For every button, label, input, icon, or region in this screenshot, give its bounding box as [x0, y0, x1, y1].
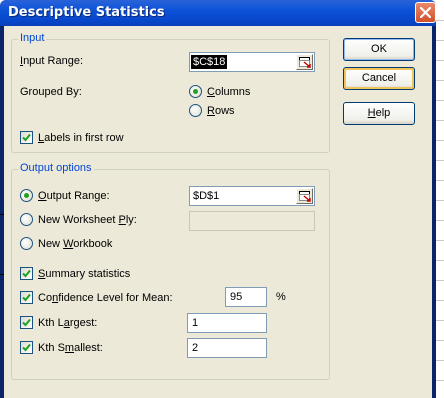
labels-rest: abels in first row [44, 132, 124, 144]
cancel-button[interactable]: Cancel [343, 67, 415, 90]
kth-largest-prefix: Kth L [38, 317, 64, 329]
new-workbook-radio[interactable] [20, 237, 33, 250]
checkmark-icon [22, 318, 31, 327]
grouped-by-columns-label[interactable]: Columns [207, 86, 250, 98]
new-workbook-mnemonic: W [63, 238, 74, 250]
new-workbook-label[interactable]: New Workbook [38, 238, 112, 250]
input-group: Input Input Range: $C$18 Grouped By: Col… [11, 32, 330, 153]
kth-smallest-rest: allest: [74, 342, 103, 354]
close-icon [420, 7, 431, 18]
kth-largest-value: 1 [192, 317, 199, 329]
help-button[interactable]: Help [343, 102, 415, 125]
kth-smallest-label[interactable]: Kth Smallest: [38, 342, 103, 354]
output-options-group-label: Output options [18, 162, 94, 174]
kth-largest-checkbox[interactable] [20, 316, 33, 329]
input-range-field[interactable]: $C$18 [189, 52, 315, 72]
confidence-level-label[interactable]: Confidence Level for Mean: [38, 292, 173, 304]
descriptive-statistics-dialog: Descriptive Statistics Input Input Range… [0, 0, 436, 398]
new-worksheet-mnemonic: P [118, 214, 126, 226]
confidence-level-value: 95 [230, 291, 243, 303]
kth-largest-rest: rgest: [69, 317, 98, 329]
checkmark-icon [22, 269, 31, 278]
new-worksheet-rest: ly: [125, 214, 137, 226]
output-range-mnemonic: O [38, 190, 47, 202]
range-picker-icon [299, 57, 311, 68]
confidence-level-checkbox[interactable] [20, 291, 33, 304]
confidence-prefix: Co [38, 292, 53, 304]
new-worksheet-label[interactable]: New Worksheet Ply: [38, 214, 137, 226]
grouped-by-label: Grouped By: [20, 86, 82, 98]
summary-rest: ummary statistics [45, 268, 131, 280]
input-group-label: Input [18, 32, 47, 44]
output-range-radio[interactable] [20, 189, 33, 202]
output-range-value: $D$1 [193, 190, 220, 202]
sheet-border-mark [0, 274, 4, 275]
radio-selected-dot [193, 89, 198, 94]
output-range-field[interactable]: $D$1 [189, 186, 315, 206]
input-range-value: $C$18 [191, 55, 228, 69]
kth-smallest-mnemonic: m [64, 342, 75, 354]
dialog-title: Descriptive Statistics [8, 5, 165, 20]
title-bar[interactable]: Descriptive Statistics [0, 0, 436, 26]
kth-smallest-input[interactable]: 2 [187, 338, 267, 358]
new-workbook-prefix: New [38, 238, 64, 250]
checkmark-icon [22, 293, 31, 302]
output-range-label[interactable]: Output Range: [38, 190, 110, 202]
grouped-by-rows-radio[interactable] [189, 104, 202, 117]
summary-statistics-checkbox[interactable] [20, 267, 33, 280]
summary-statistics-label[interactable]: Summary statistics [38, 268, 130, 280]
checkmark-icon [22, 343, 31, 352]
new-worksheet-field[interactable] [189, 211, 315, 231]
labels-first-row-checkbox[interactable] [20, 131, 33, 144]
help-rest: elp [375, 107, 391, 119]
kth-smallest-value: 2 [192, 342, 199, 354]
close-button[interactable] [415, 2, 436, 23]
output-range-rest: utput Range: [46, 190, 110, 202]
confidence-level-input[interactable]: 95 [225, 287, 267, 307]
input-range-label-rest: nput Range: [23, 55, 83, 67]
kth-smallest-prefix: Kth S [38, 342, 65, 354]
columns-mnemonic: C [207, 86, 215, 98]
output-range-picker-button[interactable] [296, 188, 313, 204]
rows-rest: ows [214, 105, 235, 117]
new-workbook-rest: orkbook [73, 238, 113, 250]
labels-first-row-label[interactable]: Labels in first row [38, 132, 124, 144]
checkmark-icon [22, 133, 31, 142]
dialog-body: Input Input Range: $C$18 Grouped By: Col… [4, 26, 432, 398]
confidence-rest: fidence Level for Mean: [58, 292, 173, 304]
kth-largest-input[interactable]: 1 [187, 313, 267, 333]
grouped-by-rows-label[interactable]: Rows [207, 105, 235, 117]
new-worksheet-prefix: New Worksheet [38, 214, 119, 226]
input-range-label: Input Range: [20, 55, 83, 67]
sheet-border-mark [0, 214, 4, 215]
radio-selected-dot [24, 193, 29, 198]
kth-smallest-checkbox[interactable] [20, 341, 33, 354]
percent-sign: % [276, 291, 286, 303]
output-options-group: Output options Output Range: $D$1 New Wo… [11, 162, 330, 380]
columns-rest: olumns [214, 86, 251, 98]
help-mnemonic: H [367, 107, 376, 119]
grouped-by-columns-radio[interactable] [189, 85, 202, 98]
ok-button[interactable]: OK [343, 38, 415, 61]
range-picker-icon [299, 191, 311, 202]
rows-mnemonic: R [207, 105, 215, 117]
input-range-picker-button[interactable] [296, 54, 313, 70]
kth-largest-label[interactable]: Kth Largest: [38, 317, 97, 329]
new-worksheet-radio[interactable] [20, 213, 33, 226]
